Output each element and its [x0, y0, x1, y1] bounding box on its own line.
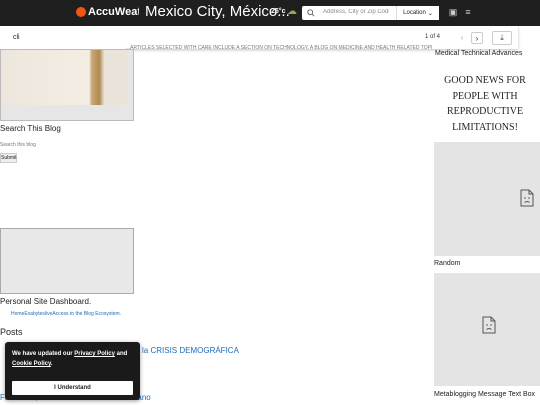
notification-icon[interactable]: ▣: [448, 7, 458, 17]
cookie-policy-link[interactable]: Cookie Policy: [12, 361, 51, 367]
cookie-banner: We have updated our Privacy Policy and C…: [5, 342, 140, 400]
posts-heading: Posts: [0, 327, 23, 337]
cookie-text-suffix: .: [50, 361, 53, 367]
location-button-label: Location: [403, 10, 426, 16]
search-blog-heading: Search This Blog: [0, 124, 61, 133]
current-temperature: 25°c: [271, 8, 286, 15]
find-input[interactable]: cli: [13, 34, 20, 41]
sidebar-random-label[interactable]: Random: [434, 260, 460, 267]
find-previous-button[interactable]: ‹: [456, 32, 468, 44]
privacy-policy-link[interactable]: Privacy Policy: [74, 351, 115, 357]
blog-search-input[interactable]: Search this blog: [0, 142, 36, 148]
post-link[interactable]: la CRISIS DEMOGRÁFICA: [142, 346, 239, 355]
broken-image-icon: [520, 189, 534, 207]
find-next-button[interactable]: ›: [471, 32, 483, 44]
submit-button[interactable]: Submit: [0, 153, 17, 163]
dashboard-links[interactable]: HomeExabytesliveAccess to the Blog Ecosy…: [11, 311, 121, 317]
find-result-count: 1 of 4: [425, 34, 441, 40]
featured-image: [1, 50, 127, 105]
chevron-down-icon: ⌄: [427, 10, 433, 17]
search-icon: [307, 9, 315, 17]
cloud-weather-icon: ☁: [287, 6, 297, 17]
sidebar-title-medical[interactable]: Medical Technical Advances: [435, 49, 540, 59]
sidebar-metablogging-label[interactable]: Metablogging Message Text Box: [434, 390, 540, 399]
sidebar-ad-text[interactable]: GOOD NEWS FOR PEOPLE WITH REPRODUCTIVE L…: [438, 73, 532, 135]
sun-logo-icon: [76, 7, 86, 17]
cookie-text-prefix: We have updated our: [12, 351, 75, 357]
i-understand-button[interactable]: I Understand: [12, 381, 133, 395]
page-description: ...ARTICLES SELECTED WITH CARE INCLUDE A…: [126, 45, 432, 51]
accuweather-logo[interactable]: AccuWeather: [76, 6, 139, 18]
search-input[interactable]: Address, City or Zip Code: [323, 9, 389, 15]
sidebar-image-metablogging[interactable]: [434, 273, 540, 386]
logo-text: AccuWeather: [88, 6, 139, 18]
download-icon: ⤓: [500, 33, 504, 42]
dashboard-image[interactable]: [0, 228, 134, 294]
cookie-message: We have updated our Privacy Policy and C…: [12, 349, 137, 369]
broken-image-icon: [482, 316, 496, 334]
cookie-text-middle: and: [114, 351, 128, 357]
dashboard-title: Personal Site Dashboard.: [0, 297, 92, 306]
featured-image-frame[interactable]: [0, 49, 134, 121]
accuweather-header: AccuWeather Mexico City, México... 25°c …: [0, 0, 540, 26]
download-button[interactable]: ⤓: [492, 31, 512, 45]
location-button[interactable]: Location ⌄: [396, 6, 439, 20]
menu-icon[interactable]: ≡: [463, 7, 473, 17]
sidebar-image-random[interactable]: [434, 142, 540, 256]
location-search-box[interactable]: Address, City or Zip Code: [302, 6, 410, 20]
city-title[interactable]: Mexico City, México...: [145, 3, 290, 20]
